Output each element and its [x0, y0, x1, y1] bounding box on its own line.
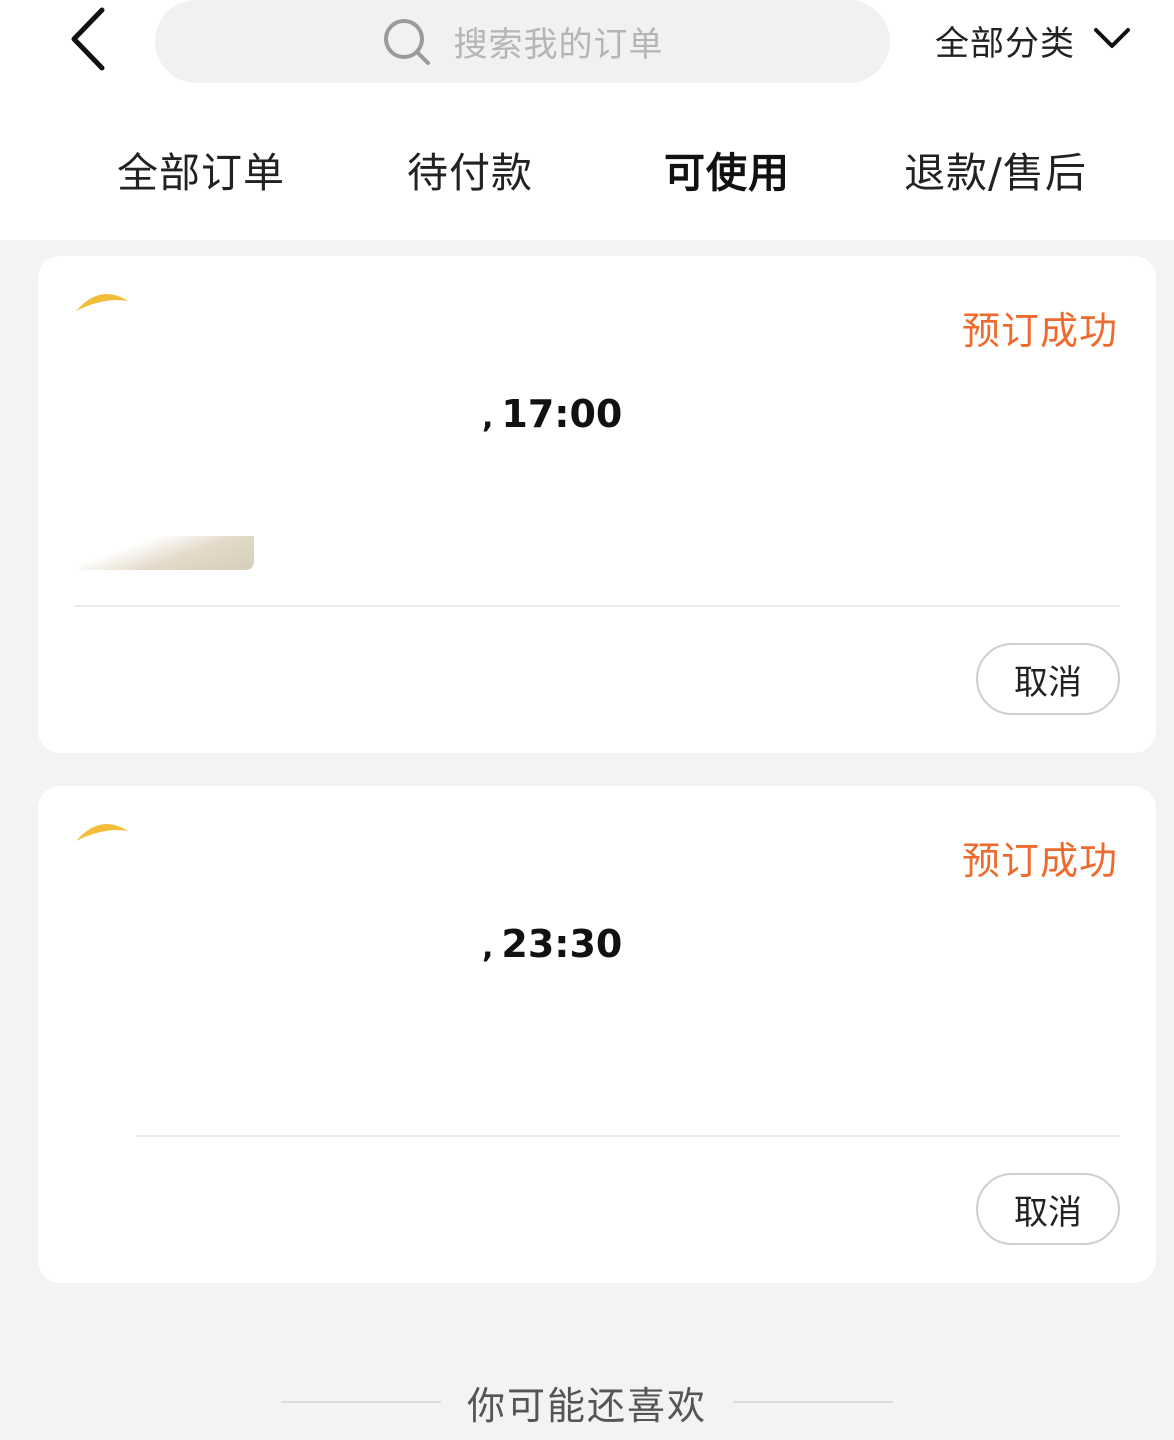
order-time-line: , 17:00 — [482, 392, 622, 436]
order-status: 预订成功 — [961, 309, 1118, 353]
order-time-line: , 23:30 — [482, 922, 622, 966]
separator-mark: , — [482, 930, 494, 965]
tab-label: 全部订单 — [117, 149, 285, 197]
category-dropdown[interactable]: 全部分类 — [935, 12, 1131, 68]
tab-all-orders[interactable]: 全部订单 — [117, 130, 285, 220]
search-placeholder: 搜索我的订单 — [453, 25, 664, 65]
tab-refund-after-sale[interactable]: 退款/售后 — [904, 130, 1087, 220]
divider — [136, 1135, 1120, 1137]
divider-line-left — [280, 1401, 441, 1403]
tab-label: 可使用 — [664, 149, 790, 197]
shop-logo-icon — [76, 823, 128, 841]
divider-line-right — [733, 1401, 893, 1403]
category-label: 全部分类 — [935, 23, 1075, 64]
shop-logo-icon — [76, 293, 128, 311]
search-icon — [382, 17, 432, 67]
search-bar[interactable]: 搜索我的订单 — [155, 0, 890, 83]
tab-label: 待付款 — [407, 149, 533, 197]
cancel-button[interactable]: 取消 — [976, 1173, 1120, 1245]
header: 搜索我的订单 全部分类 全部订单 待付款 可使用 退款/售后 — [0, 0, 1174, 240]
back-button[interactable] — [58, 6, 118, 76]
separator-mark: , — [482, 400, 494, 435]
order-tabs: 全部订单 待付款 可使用 退款/售后 — [0, 130, 1174, 220]
tab-usable[interactable]: 可使用 — [662, 130, 792, 220]
recommend-section-header: 你可能还喜欢 — [0, 1370, 1174, 1434]
order-status: 预订成功 — [961, 839, 1118, 883]
divider — [74, 605, 1120, 607]
order-card[interactable]: 预订成功 , 23:30 取消 — [38, 786, 1156, 1283]
tab-label: 退款/售后 — [904, 149, 1087, 197]
order-time: 23:30 — [501, 922, 623, 966]
order-thumbnail — [74, 536, 254, 570]
cancel-button[interactable]: 取消 — [976, 643, 1120, 715]
recommend-title: 你可能还喜欢 — [466, 1383, 707, 1428]
order-time: 17:00 — [501, 392, 623, 436]
chevron-down-icon — [1093, 26, 1131, 54]
chevron-left-icon — [66, 6, 110, 76]
order-card[interactable]: 预订成功 , 17:00 取消 — [38, 256, 1156, 753]
tab-pending-payment[interactable]: 待付款 — [407, 130, 533, 220]
